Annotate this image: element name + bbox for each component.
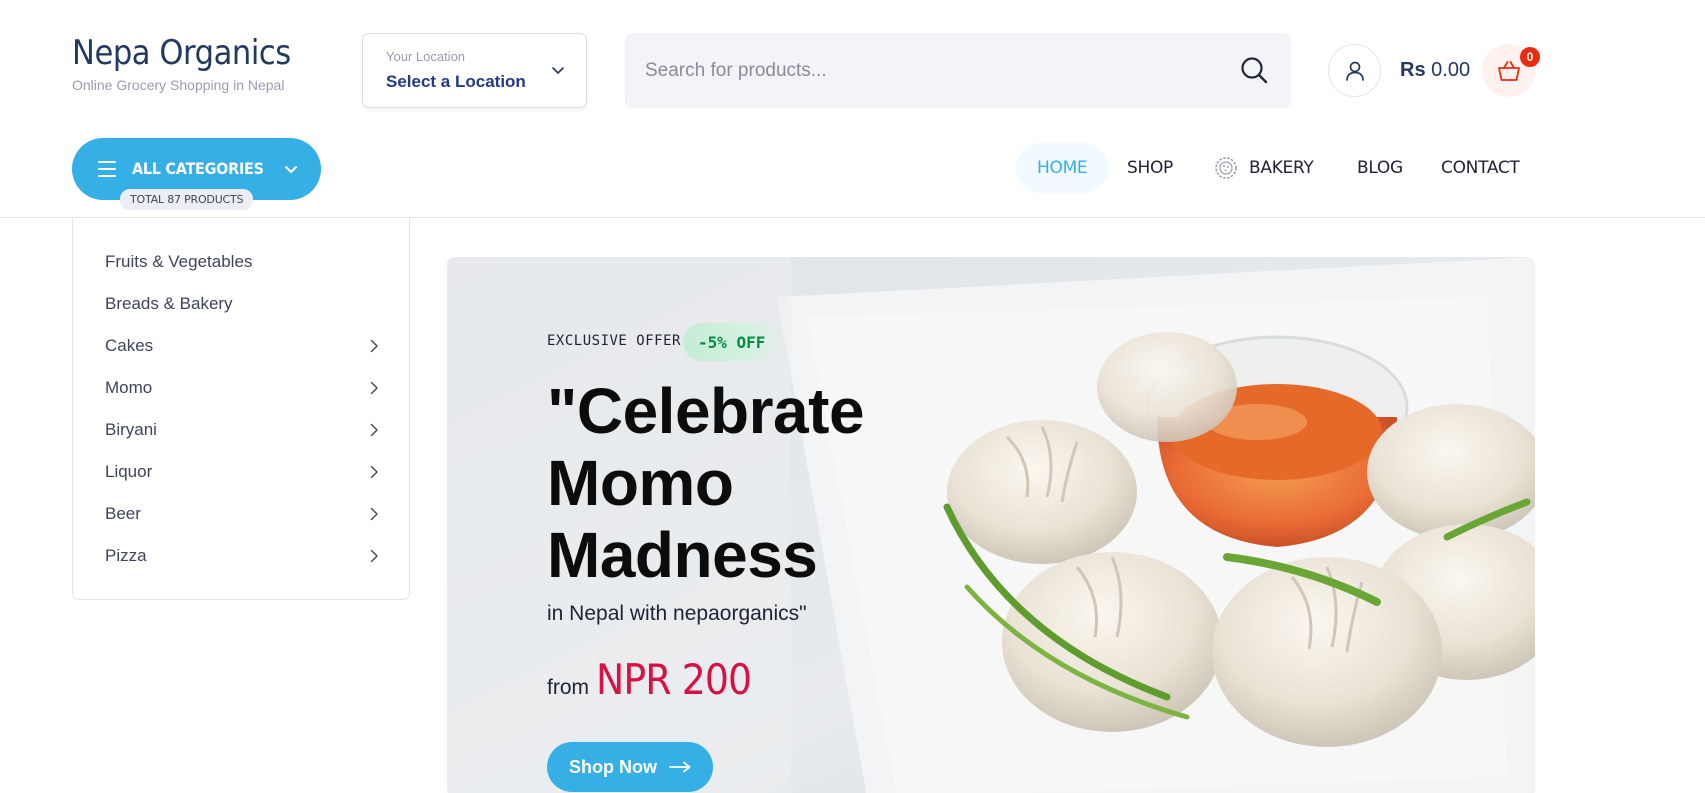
shop-now-button[interactable]: Shop Now: [547, 742, 713, 792]
shop-now-label: Shop Now: [569, 756, 657, 777]
hero-title-line: Madness: [547, 519, 818, 591]
sidebar-item-beer[interactable]: Beer: [105, 499, 381, 529]
sidebar-item-pizza[interactable]: Pizza: [105, 541, 381, 571]
price-prefix: from: [547, 676, 589, 699]
site-tagline: Online Grocery Shopping in Nepal: [72, 77, 285, 93]
nav-home-label: HOME: [1037, 158, 1088, 178]
sidebar-item-biryani[interactable]: Biryani: [105, 415, 381, 445]
nav-shop[interactable]: SHOP: [1127, 143, 1173, 193]
search-bar: [625, 33, 1291, 108]
hero-title-line: "Celebrate: [547, 375, 865, 447]
search-input[interactable]: [645, 33, 1205, 108]
shopping-basket-icon: [1497, 60, 1520, 81]
hero-price: from NPR 200: [547, 655, 768, 704]
account-button[interactable]: [1328, 44, 1381, 97]
cart-total[interactable]: Rs 0.00: [1400, 59, 1470, 82]
sidebar-item-breads-bakery[interactable]: Breads & Bakery: [105, 289, 381, 319]
sidebar-item-fruits-vegetables[interactable]: Fruits & Vegetables: [105, 247, 381, 277]
location-label: Your Location: [386, 49, 466, 64]
chevron-down-icon: [552, 67, 564, 74]
chevron-right-icon: [370, 423, 378, 437]
site-title: Nepa Organics: [72, 33, 291, 73]
sidebar-item-label: Beer: [105, 504, 141, 523]
cart-currency: Rs: [1400, 59, 1426, 81]
search-icon[interactable]: [1239, 55, 1269, 85]
hero-subtitle: in Nepal with nepaorganics": [547, 602, 807, 625]
cart-count-badge: 0: [1520, 47, 1540, 67]
discount-badge: -5% OFF: [683, 323, 781, 361]
sidebar-item-label: Pizza: [105, 546, 147, 565]
menu-icon: [98, 161, 116, 177]
nav-bakery[interactable]: BAKERY: [1213, 143, 1314, 193]
sidebar-item-cakes[interactable]: Cakes: [105, 331, 381, 361]
bakery-icon: [1215, 157, 1237, 179]
chevron-down-icon: [285, 166, 297, 173]
nav-home[interactable]: HOME: [1016, 143, 1109, 193]
cart-amount: 0.00: [1431, 59, 1471, 81]
user-icon: [1345, 61, 1364, 81]
nav-blog[interactable]: BLOG: [1357, 143, 1403, 193]
chevron-right-icon: [370, 465, 378, 479]
sidebar-item-liquor[interactable]: Liquor: [105, 457, 381, 487]
total-products-badge: TOTAL 87 PRODUCTS: [120, 189, 254, 210]
category-sidebar: Fruits & Vegetables Breads & Bakery Cake…: [72, 218, 410, 600]
chevron-right-icon: [370, 507, 378, 521]
sidebar-item-label: Fruits & Vegetables: [105, 252, 253, 271]
chevron-right-icon: [370, 381, 378, 395]
sidebar-item-label: Momo: [105, 378, 153, 397]
location-selector[interactable]: Your Location Select a Location: [362, 33, 587, 108]
arrow-right-icon: [669, 761, 691, 773]
nav-contact[interactable]: CONTACT: [1441, 143, 1520, 193]
chevron-right-icon: [370, 549, 378, 563]
all-categories-label: ALL CATEGORIES: [132, 159, 264, 178]
hero-title-line: Momo: [547, 447, 734, 519]
sidebar-item-label: Cakes: [105, 336, 154, 355]
sidebar-item-label: Breads & Bakery: [105, 294, 233, 313]
chevron-right-icon: [370, 339, 378, 353]
offer-label: EXCLUSIVE OFFER: [547, 333, 681, 349]
sidebar-item-momo[interactable]: Momo: [105, 373, 381, 403]
location-value: Select a Location: [386, 72, 526, 91]
price-value: NPR 200: [596, 655, 752, 704]
nav-blog-label: BLOG: [1357, 158, 1403, 178]
hero-title: "Celebrate Momo Madness: [547, 375, 865, 591]
nav-shop-label: SHOP: [1127, 158, 1174, 178]
site-logo[interactable]: Nepa Organics Online Grocery Shopping in…: [72, 36, 315, 93]
nav-contact-label: CONTACT: [1441, 158, 1520, 178]
nav-bakery-label: BAKERY: [1249, 158, 1314, 178]
sidebar-item-label: Biryani: [105, 420, 157, 439]
sidebar-item-label: Liquor: [105, 462, 153, 481]
